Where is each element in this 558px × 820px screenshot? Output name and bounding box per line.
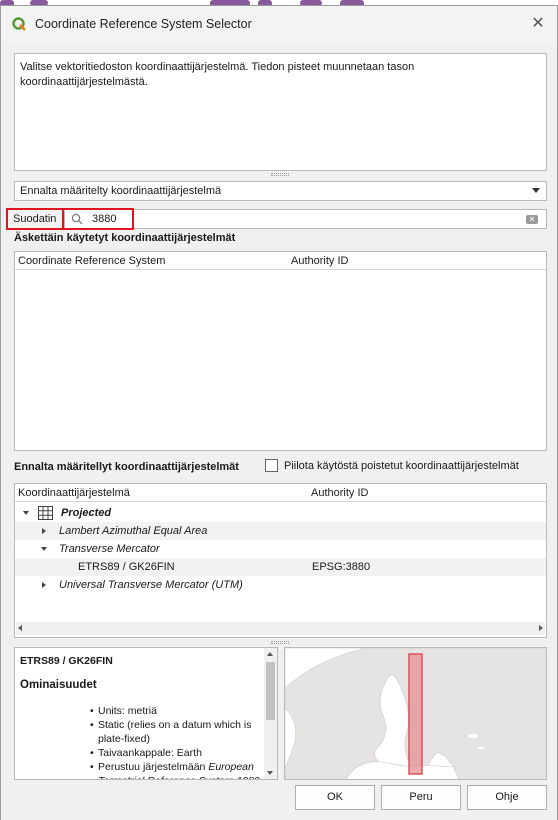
tree-label: Lambert Azimuthal Equal Area (59, 525, 208, 537)
info-crs-name: ETRS89 / GK26FIN (20, 655, 113, 667)
hide-deprecated-label: Piilota käytöstä poistetut koordinaattij… (284, 460, 519, 472)
horizontal-scrollbar[interactable] (16, 622, 545, 635)
vertical-scrollbar[interactable] (264, 648, 277, 779)
info-properties-list: Units: metriä Static (relies on a datum … (20, 704, 260, 779)
expand-arrow-icon[interactable] (42, 582, 46, 588)
crs-type-selected: Ennalta määritelty koordinaattijärjestel… (20, 185, 222, 197)
scroll-left-icon[interactable] (18, 625, 22, 631)
cancel-button[interactable]: Peru (381, 785, 461, 810)
scroll-right-icon[interactable] (539, 625, 543, 631)
collapse-arrow-icon[interactable] (41, 547, 47, 551)
recent-table-header: Coordinate Reference System Authority ID (15, 252, 546, 270)
tree-label: Transverse Mercator (59, 543, 160, 555)
filter-label: Suodatin (6, 208, 64, 230)
tree-item-transverse-mercator[interactable]: Transverse Mercator (15, 540, 546, 558)
info-bullet: Static (relies on a datum which is plate… (90, 718, 260, 746)
tree-label: ETRS89 / GK26FIN (78, 561, 175, 573)
info-bullet-based-on: Perustuu järjestelmään European Terrestr… (90, 760, 260, 779)
recent-crs-table[interactable]: Coordinate Reference System Authority ID (14, 251, 547, 451)
qgis-logo-icon (12, 17, 26, 31)
tree-item-utm[interactable]: Universal Transverse Mercator (UTM) (15, 576, 546, 594)
column-header-crs[interactable]: Koordinaattijärjestelmä (18, 487, 130, 499)
help-button[interactable]: Ohje (467, 785, 547, 810)
predefined-title: Ennalta määritellyt koordinaattijärjeste… (14, 461, 239, 473)
authority-id-cell: EPSG:3880 (312, 561, 371, 573)
title-bar: Coordinate Reference System Selector ✕ (1, 6, 557, 42)
description-text: Valitse vektoritiedoston koordinaattijär… (14, 53, 547, 171)
chevron-down-icon (532, 188, 540, 193)
extent-map-graphic (285, 648, 546, 779)
scrollbar-thumb[interactable] (266, 662, 275, 720)
info-bullet: Units: metriä (90, 704, 260, 718)
info-properties-title: Ominaisuudet (20, 679, 97, 691)
tree-item-projected[interactable]: Projected (15, 504, 546, 522)
column-header-authority-id[interactable]: Authority ID (291, 255, 348, 267)
window-title: Coordinate Reference System Selector (35, 17, 252, 31)
tree-item-lambert[interactable]: Lambert Azimuthal Equal Area (15, 522, 546, 540)
column-header-authority-id[interactable]: Authority ID (311, 487, 368, 499)
recent-title: Äskettäin käytetyt koordinaattijärjestel… (14, 232, 236, 244)
hide-deprecated-checkbox[interactable] (265, 459, 278, 472)
ok-button[interactable]: OK (295, 785, 375, 810)
tree-label: Projected (61, 507, 112, 519)
splitter-handle[interactable] (271, 641, 289, 644)
collapse-arrow-icon[interactable] (23, 511, 29, 515)
highlight-box (64, 208, 134, 230)
expand-arrow-icon[interactable] (42, 528, 46, 534)
predefined-crs-tree[interactable]: Koordinaattijärjestelmä Authority ID Pro… (14, 483, 547, 638)
crs-type-combobox[interactable]: Ennalta määritelty koordinaattijärjestel… (14, 181, 547, 201)
crs-extent-map (284, 647, 547, 780)
crs-info-panel: ETRS89 / GK26FIN Ominaisuudet Units: met… (14, 647, 278, 780)
predefined-tree-header: Koordinaattijärjestelmä Authority ID (15, 484, 546, 502)
crs-selector-dialog: Coordinate Reference System Selector ✕ V… (0, 5, 558, 820)
tree-item-selected-crs[interactable]: ETRS89 / GK26FIN EPSG:3880 (15, 558, 546, 576)
clear-icon[interactable]: ✕ (526, 215, 538, 224)
scroll-up-icon[interactable] (267, 652, 273, 656)
scroll-down-icon[interactable] (267, 771, 273, 775)
close-icon[interactable]: ✕ (527, 14, 549, 34)
grid-icon (38, 506, 53, 520)
info-bullet: Taivaankappale: Earth (90, 746, 260, 760)
filter-input[interactable]: 3880 ✕ (64, 209, 547, 229)
splitter-handle[interactable] (271, 173, 289, 176)
column-header-crs[interactable]: Coordinate Reference System (18, 255, 165, 267)
tree-label: Universal Transverse Mercator (UTM) (59, 579, 243, 591)
